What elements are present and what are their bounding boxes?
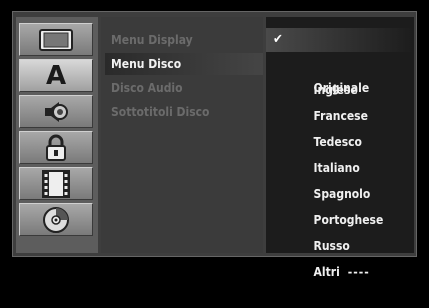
category-lock[interactable] <box>19 131 93 164</box>
speaker-icon <box>45 101 68 122</box>
option-russo[interactable]: Russo <box>266 210 414 253</box>
setup-menu-panel: A Menu Display Menu Disco Disco Audio So… <box>12 11 417 279</box>
option-label: Altri <box>313 265 340 279</box>
category-language[interactable]: A <box>19 59 93 92</box>
language-icon: A <box>45 60 67 91</box>
option-tedesco[interactable]: Tedesco <box>266 106 414 149</box>
menu-item-label: Menu Display <box>111 33 193 47</box>
menu-item-label: Sottotitoli Disco <box>111 105 210 119</box>
menu-item-disco-audio[interactable]: Disco Audio <box>105 77 263 99</box>
category-disc[interactable] <box>19 203 93 236</box>
menu-item-menu-display[interactable]: Menu Display <box>105 29 263 51</box>
option-portoghese[interactable]: Portoghese <box>266 184 414 227</box>
lock-icon <box>46 134 66 161</box>
submenu-list: Menu Display Menu Disco Disco Audio Sott… <box>101 17 263 253</box>
display-icon <box>39 28 73 51</box>
option-francese[interactable]: Francese <box>266 80 414 123</box>
menu-item-menu-disco[interactable]: Menu Disco <box>105 53 263 75</box>
option-originale[interactable]: ✔ Originale <box>266 28 414 95</box>
option-code-value: ---- <box>347 265 370 279</box>
checkmark-icon: ✔ <box>273 32 283 47</box>
option-inglese[interactable]: Inglese <box>266 54 414 97</box>
option-italiano[interactable]: Italiano <box>266 132 414 175</box>
option-altri[interactable]: Altri ---- <box>266 236 414 279</box>
film-icon <box>42 169 70 198</box>
category-film[interactable] <box>19 167 93 200</box>
language-options-list: ✔ Originale Inglese Francese Tedesco Ita… <box>266 17 414 279</box>
category-audio[interactable] <box>19 95 93 128</box>
menu-item-label: Disco Audio <box>111 81 183 95</box>
disc-icon <box>43 206 69 233</box>
category-icon-strip: A <box>16 17 98 253</box>
menu-item-label: Menu Disco <box>111 57 182 71</box>
category-display[interactable] <box>19 23 93 56</box>
menu-item-sottotitoli-disco[interactable]: Sottotitoli Disco <box>105 101 263 123</box>
option-spagnolo[interactable]: Spagnolo <box>266 158 414 201</box>
